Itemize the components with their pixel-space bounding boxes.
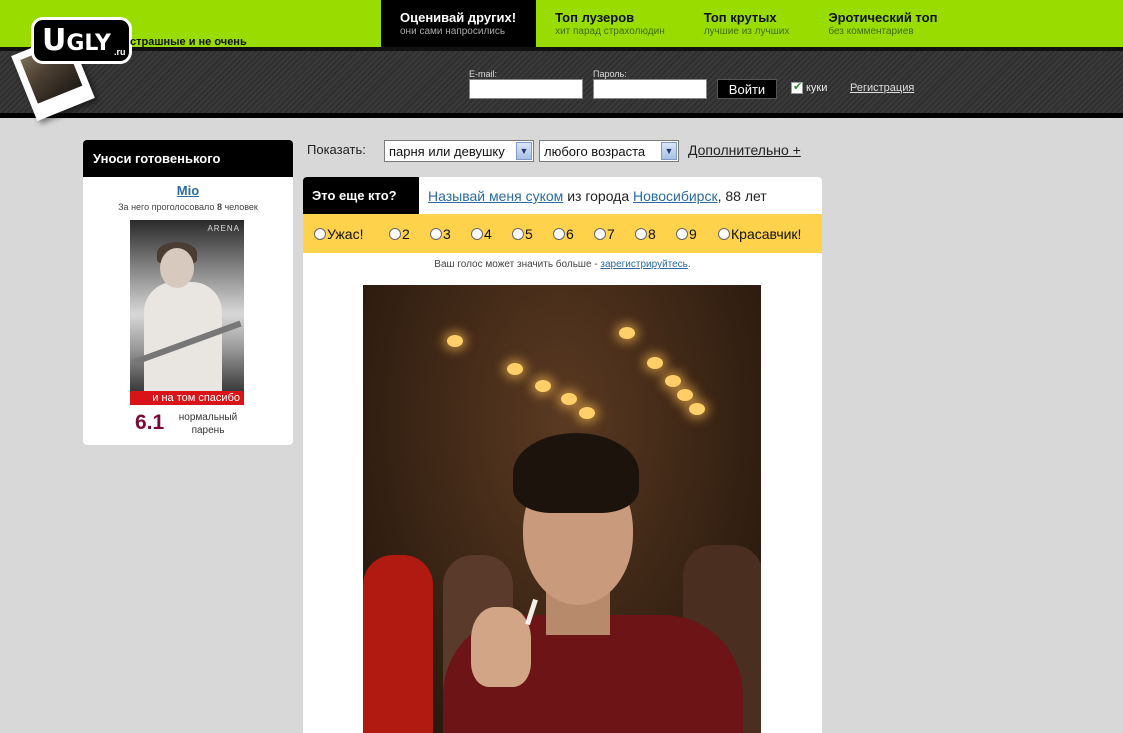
rating-score: 6.1 bbox=[135, 411, 165, 434]
radio-icon bbox=[471, 228, 483, 240]
register-hint-link[interactable]: зарегистрируйтесь bbox=[600, 259, 688, 270]
chevron-down-icon: ▼ bbox=[661, 142, 677, 160]
vote-option-6[interactable]: 6 bbox=[553, 226, 574, 242]
nav-title: Эротический топ bbox=[828, 10, 938, 25]
radio-icon bbox=[430, 228, 442, 240]
radio-icon bbox=[635, 228, 647, 240]
vote-option-5[interactable]: 5 bbox=[512, 226, 533, 242]
profile-nickname-link[interactable]: Называй меня суком bbox=[428, 188, 563, 204]
register-hint: Ваш голос может значить больше - зарегис… bbox=[434, 259, 691, 270]
votes-count-text: За него проголосовало 8 человек bbox=[118, 202, 258, 212]
email-field[interactable] bbox=[469, 79, 583, 99]
nav-title: Оценивай других! bbox=[400, 10, 517, 25]
vote-option-3[interactable]: 3 bbox=[430, 226, 451, 242]
radio-icon bbox=[553, 228, 565, 240]
nav-subtitle: без комментариев bbox=[828, 26, 914, 37]
site-logo[interactable]: UGLY .ru bbox=[31, 17, 132, 64]
vote-option-8[interactable]: 8 bbox=[635, 226, 656, 242]
nav-title: Топ лузеров bbox=[555, 10, 635, 25]
profile-info: Называй меня суком из города Новосибирск… bbox=[428, 188, 767, 204]
filter-label: Показать: bbox=[307, 142, 366, 157]
main-nav: Оценивай других! они сами напросились То… bbox=[381, 0, 957, 47]
register-link[interactable]: Регистрация bbox=[850, 82, 914, 94]
nav-subtitle: они сами напросились bbox=[400, 26, 506, 37]
vote-option-1[interactable]: Ужас! bbox=[314, 226, 363, 242]
password-label: Пароль: bbox=[593, 69, 627, 79]
login-button[interactable]: Войти bbox=[717, 79, 777, 99]
vote-option-7[interactable]: 7 bbox=[594, 226, 615, 242]
card-heading: Уноси готовенького bbox=[83, 140, 293, 177]
gender-select[interactable]: парня или девушку ▼ bbox=[384, 140, 534, 162]
featured-card: Уноси готовенького Mio За него проголосо… bbox=[83, 140, 293, 445]
radio-icon bbox=[314, 228, 326, 240]
vote-option-2[interactable]: 2 bbox=[389, 226, 410, 242]
rating-panel: Это еще кто? Называй меня суком из город… bbox=[303, 177, 822, 733]
site-tagline: страшные и не очень bbox=[130, 36, 247, 48]
radio-icon bbox=[594, 228, 606, 240]
nav-subtitle: лучшие из лучших bbox=[703, 26, 790, 37]
cookie-checkbox[interactable] bbox=[791, 80, 803, 94]
who-label: Это еще кто? bbox=[303, 177, 419, 214]
featured-name-link[interactable]: Mio bbox=[177, 183, 199, 198]
nav-item-rate-others[interactable]: Оценивай других! они сами напросились bbox=[381, 0, 537, 47]
photo-brand-text: ARENA bbox=[207, 224, 240, 233]
radio-icon bbox=[718, 228, 730, 240]
vote-option-4[interactable]: 4 bbox=[471, 226, 492, 242]
radio-icon bbox=[512, 228, 524, 240]
nav-title: Топ крутых bbox=[703, 10, 777, 25]
chevron-down-icon: ▼ bbox=[516, 142, 532, 160]
logo-tld: .ru bbox=[114, 47, 126, 57]
photo-caption: и на том спасибо bbox=[130, 391, 244, 405]
nav-item-top-cool[interactable]: Топ крутых лучшие из лучших bbox=[685, 0, 810, 47]
radio-icon bbox=[389, 228, 401, 240]
rating-description: нормальный парень bbox=[178, 412, 238, 436]
nav-item-top-losers[interactable]: Топ лузеров хит парад страхолюдин bbox=[536, 0, 685, 47]
more-filters-link[interactable]: Дополнительно + bbox=[688, 142, 801, 158]
vote-bar: Ужас! 2 3 4 5 6 7 8 9 Красавчик! bbox=[303, 214, 822, 253]
nav-subtitle: хит парад страхолюдин bbox=[555, 26, 665, 37]
email-label: E-mail: bbox=[469, 69, 498, 79]
profile-city-link[interactable]: Новосибирск bbox=[633, 188, 718, 204]
nav-item-erotic-top[interactable]: Эротический топ без комментариев bbox=[809, 0, 957, 47]
profile-photo[interactable] bbox=[363, 285, 761, 733]
vote-option-10[interactable]: Красавчик! bbox=[718, 226, 801, 242]
radio-icon bbox=[676, 228, 688, 240]
logo-text: UGLY bbox=[42, 23, 111, 58]
age-select[interactable]: любого возраста ▼ bbox=[539, 140, 679, 162]
password-field[interactable] bbox=[593, 79, 707, 99]
cookie-label: куки bbox=[806, 82, 828, 94]
vote-option-9[interactable]: 9 bbox=[676, 226, 697, 242]
featured-photo[interactable]: ARENA bbox=[130, 220, 244, 391]
